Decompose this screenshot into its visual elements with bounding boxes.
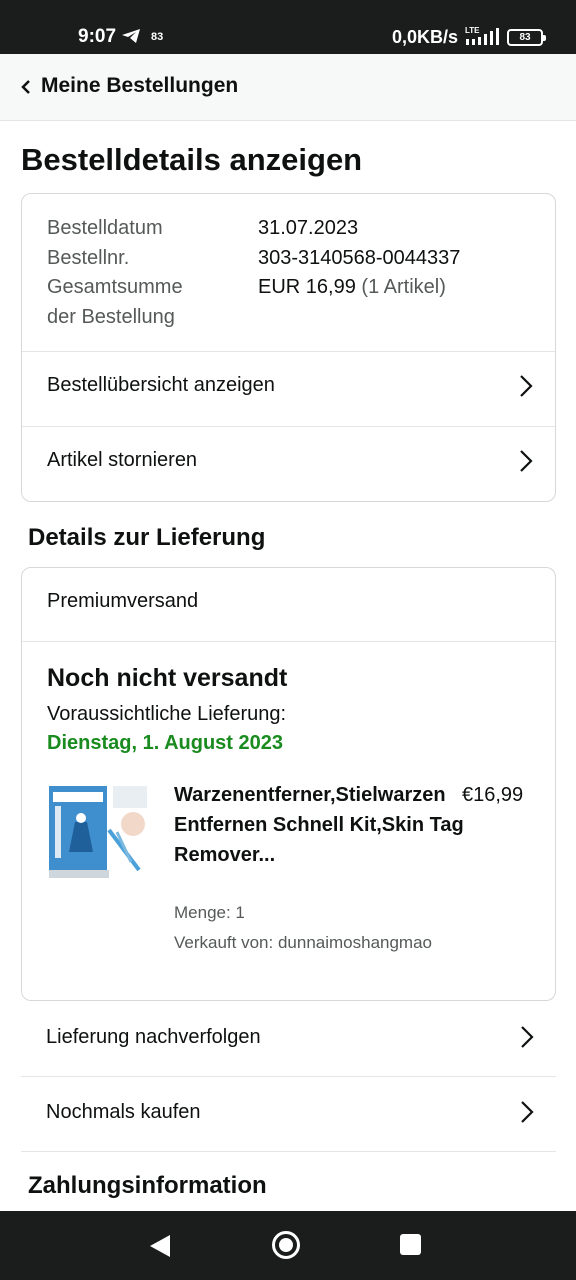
chevron-right-icon	[519, 449, 533, 478]
status-time: 9:07	[78, 26, 117, 47]
chevron-right-icon	[520, 1100, 534, 1129]
expected-delivery-label: Voraussichtliche Lieferung:	[47, 703, 287, 725]
cancel-items-label: Artikel stornieren	[47, 449, 198, 471]
signal-icon: LTE	[464, 25, 502, 52]
system-nav-bar	[0, 1211, 576, 1280]
track-delivery-row[interactable]: Lieferung nachverfolgen	[21, 1002, 556, 1077]
track-delivery-label: Lieferung nachverfolgen	[46, 1026, 261, 1048]
order-summary-card: Bestelldatum 31.07.2023 Bestellnr. 303-3…	[21, 193, 556, 502]
product-seller: Verkauft von: dunnaimoshangmao	[174, 933, 433, 952]
buy-again-label: Nochmals kaufen	[46, 1101, 201, 1123]
order-date-label: Bestelldatum	[47, 217, 163, 239]
chevron-right-icon	[519, 374, 533, 403]
svg-text:LTE: LTE	[465, 26, 480, 35]
delivery-section-title: Details zur Lieferung	[28, 524, 266, 551]
delivery-card: Premiumversand Noch nicht versandt Vorau…	[21, 567, 556, 1001]
payment-section-title: Zahlungsinformation	[28, 1172, 267, 1199]
buy-again-row[interactable]: Nochmals kaufen	[21, 1077, 556, 1152]
page-title: Bestelldetails anzeigen	[21, 142, 363, 177]
cancel-items-row[interactable]: Artikel stornieren	[22, 427, 555, 501]
view-overview-row[interactable]: Bestellübersicht anzeigen	[22, 352, 555, 426]
product-thumbnail[interactable]	[47, 782, 149, 882]
expected-delivery-date: Dienstag, 1. August 2023	[47, 732, 283, 754]
status-bar: 9:07 83 0,0KB/s LTE 83	[0, 0, 576, 54]
order-total-items: (1 Artikel)	[361, 276, 446, 298]
order-number-value: 303-3140568-0044337	[258, 247, 461, 269]
home-icon[interactable]	[271, 1230, 301, 1265]
order-total-label-2: der Bestellung	[47, 306, 175, 328]
order-total-value: EUR 16,99 (1 Artikel)	[258, 272, 446, 302]
order-number-label: Bestellnr.	[47, 247, 130, 269]
back-chevron-icon[interactable]	[20, 79, 32, 100]
back-link[interactable]: Meine Bestellungen	[41, 74, 238, 98]
battery-icon: 83	[507, 29, 546, 46]
order-date-value: 31.07.2023	[258, 217, 359, 239]
top-nav: Meine Bestellungen	[0, 54, 576, 121]
shipment-status: Noch nicht versandt	[47, 664, 288, 692]
product-quantity: Menge: 1	[174, 903, 245, 922]
chevron-right-icon	[520, 1025, 534, 1054]
product-price: €16,99	[462, 784, 524, 806]
notification-count: 83	[151, 31, 164, 43]
order-total-amount: EUR 16,99	[258, 276, 356, 298]
recents-icon[interactable]	[400, 1234, 421, 1255]
divider	[22, 641, 555, 642]
view-overview-label: Bestellübersicht anzeigen	[47, 374, 275, 396]
shipping-method: Premiumversand	[47, 590, 199, 612]
order-total-label-1: Gesamtsumme	[47, 276, 183, 298]
product-title-link[interactable]: Warzenentferner,Stielwarzen Entfernen Sc…	[174, 780, 464, 870]
network-speed: 0,0KB/s	[392, 27, 459, 47]
telegram-icon	[121, 28, 141, 49]
back-icon[interactable]	[148, 1233, 172, 1264]
